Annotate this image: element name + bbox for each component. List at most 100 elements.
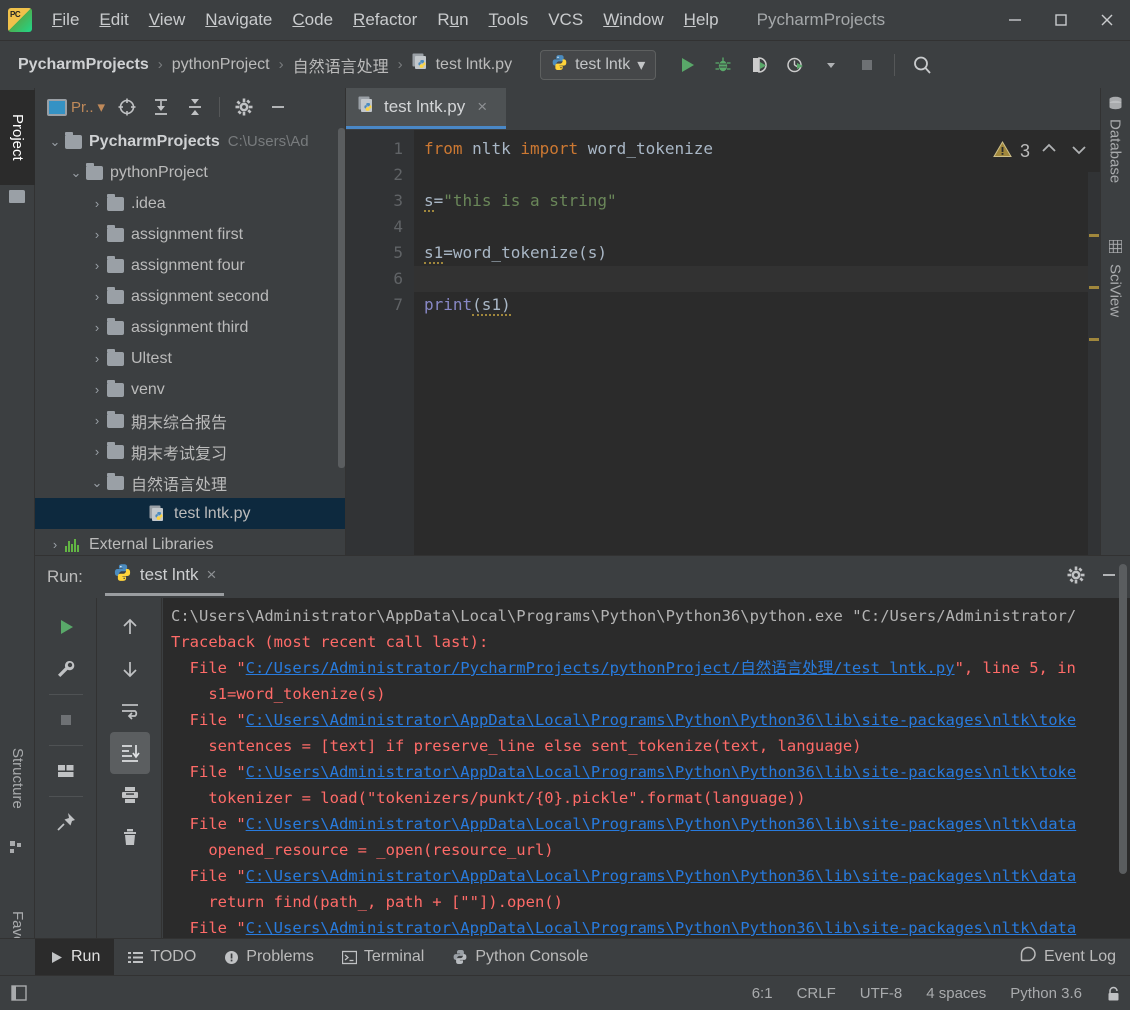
soft-wrap-icon[interactable]: [110, 690, 150, 732]
scroll-to-end-icon[interactable]: [110, 732, 150, 774]
chevron-right-icon[interactable]: ›: [87, 351, 107, 366]
breadcrumb-item-2[interactable]: 自然语言处理: [293, 53, 389, 77]
caret-position[interactable]: 6:1: [752, 985, 773, 1002]
profile-dropdown-icon[interactable]: [814, 48, 848, 82]
menu-item-window[interactable]: Window: [593, 7, 673, 33]
hide-icon[interactable]: [1098, 565, 1120, 590]
chevron-down-icon[interactable]: ⌄: [66, 165, 86, 181]
chevron-down-icon[interactable]: ⌄: [87, 475, 107, 491]
project-tree[interactable]: ⌄PycharmProjectsC:\Users\Ad⌄pythonProjec…: [35, 126, 345, 555]
minimize-icon[interactable]: [992, 0, 1038, 40]
close-icon[interactable]: [1084, 0, 1130, 40]
chevron-right-icon[interactable]: ›: [87, 196, 107, 211]
chevron-down-icon[interactable]: ▾: [98, 98, 106, 116]
console-file-link[interactable]: C:\Users\Administrator\AppData\Local\Pro…: [246, 763, 1077, 781]
console-file-link[interactable]: C:\Users\Administrator\AppData\Local\Pro…: [246, 711, 1077, 729]
breadcrumb-item-1[interactable]: pythonProject: [172, 56, 270, 74]
code-line[interactable]: [414, 266, 1100, 292]
select-opened-file-icon[interactable]: [111, 92, 143, 122]
tree-row[interactable]: ›assignment second: [35, 281, 345, 312]
menu-item-vcs[interactable]: VCS: [538, 7, 593, 33]
console-file-link[interactable]: C:\Users\Administrator\AppData\Local\Pro…: [246, 815, 1077, 833]
error-marker-strip[interactable]: [1088, 172, 1100, 555]
console-output[interactable]: C:\Users\Administrator\AppData\Local\Pro…: [163, 598, 1130, 955]
breadcrumb-item-0[interactable]: PycharmProjects: [18, 56, 149, 74]
tree-row[interactable]: test lntk.py: [35, 498, 345, 529]
indent-setting[interactable]: 4 spaces: [926, 985, 986, 1002]
collapse-all-icon[interactable]: [179, 92, 211, 122]
tree-row[interactable]: ›Ultest: [35, 343, 345, 374]
code-editor[interactable]: 1234567 from nltk import word_tokenizes=…: [346, 130, 1100, 555]
run-session-tab[interactable]: test lntk ×: [105, 559, 225, 596]
code-line[interactable]: s1=word_tokenize(s): [414, 240, 1100, 266]
warning-marker[interactable]: [1089, 286, 1099, 289]
chevron-right-icon[interactable]: ›: [87, 444, 107, 459]
settings-gear-icon[interactable]: [228, 92, 260, 122]
tree-row[interactable]: ›assignment third: [35, 312, 345, 343]
rerun-icon[interactable]: [46, 606, 86, 648]
code-line[interactable]: [414, 162, 1100, 188]
tree-row[interactable]: ›External Libraries: [35, 529, 345, 555]
python-interpreter[interactable]: Python 3.6: [1010, 985, 1082, 1002]
hide-tool-windows-icon[interactable]: [10, 984, 30, 1002]
expand-all-icon[interactable]: [145, 92, 177, 122]
tree-row[interactable]: ›期末考试复习: [35, 436, 345, 467]
project-view-selector[interactable]: Pr.. ▾: [43, 92, 109, 122]
tree-row[interactable]: ›期末综合报告: [35, 405, 345, 436]
encoding[interactable]: UTF-8: [860, 985, 903, 1002]
chevron-down-icon[interactable]: ⌄: [45, 134, 65, 150]
tree-row[interactable]: ⌄自然语言处理: [35, 467, 345, 498]
search-icon[interactable]: [905, 48, 939, 82]
project-tree-scrollbar[interactable]: [338, 128, 345, 468]
previous-problem-icon[interactable]: [1038, 138, 1060, 165]
tree-row[interactable]: ›assignment four: [35, 250, 345, 281]
event-log-button[interactable]: Event Log: [1020, 946, 1116, 968]
tree-row[interactable]: ›.idea: [35, 188, 345, 219]
menu-item-code[interactable]: Code: [282, 7, 343, 33]
chevron-right-icon[interactable]: ›: [87, 289, 107, 304]
warning-marker[interactable]: [1089, 234, 1099, 237]
editor-tab-test-lntk[interactable]: test lntk.py ×: [346, 88, 506, 129]
hide-icon[interactable]: [262, 92, 294, 122]
menu-item-navigate[interactable]: Navigate: [195, 7, 282, 33]
menu-item-tools[interactable]: Tools: [479, 7, 539, 33]
chevron-right-icon[interactable]: ›: [87, 382, 107, 397]
bottom-tab-problems[interactable]: Problems: [210, 939, 328, 976]
layout-icon[interactable]: [46, 750, 86, 792]
tree-row[interactable]: ⌄PycharmProjectsC:\Users\Ad: [35, 126, 345, 157]
close-icon[interactable]: ×: [207, 565, 217, 585]
console-vertical-scrollbar[interactable]: [1119, 564, 1127, 874]
bottom-tab-terminal[interactable]: Terminal: [328, 939, 438, 976]
menu-item-help[interactable]: Help: [674, 7, 729, 33]
stop-icon[interactable]: [850, 48, 884, 82]
chevron-right-icon[interactable]: ›: [87, 413, 107, 428]
code-line[interactable]: print(s1): [414, 292, 1100, 318]
debug-icon[interactable]: [706, 48, 740, 82]
chevron-down-icon[interactable]: ▾: [637, 55, 645, 75]
tree-row[interactable]: ›assignment first: [35, 219, 345, 250]
maximize-icon[interactable]: [1038, 0, 1084, 40]
console-file-link[interactable]: C:/Users/Administrator/PycharmProjects/p…: [246, 659, 955, 677]
console-file-link[interactable]: C:\Users\Administrator\AppData\Local\Pro…: [246, 919, 1077, 937]
print-icon[interactable]: [110, 774, 150, 816]
next-problem-icon[interactable]: [1068, 138, 1090, 165]
bottom-tab-run[interactable]: Run: [35, 939, 114, 976]
chevron-right-icon[interactable]: ›: [45, 537, 65, 552]
bottom-tab-todo[interactable]: TODO: [114, 939, 210, 976]
run-configuration-selector[interactable]: test lntk ▾: [540, 50, 656, 80]
trash-icon[interactable]: [110, 816, 150, 858]
line-separator[interactable]: CRLF: [797, 985, 836, 1002]
sidebar-tab-structure[interactable]: Structure: [0, 728, 35, 828]
menu-item-view[interactable]: View: [139, 7, 196, 33]
down-arrow-icon[interactable]: [110, 648, 150, 690]
warning-marker[interactable]: [1089, 338, 1099, 341]
settings-gear-icon[interactable]: [1066, 565, 1086, 590]
profile-icon[interactable]: [778, 48, 812, 82]
code-line[interactable]: s="this is a string": [414, 188, 1100, 214]
breadcrumb-item-3[interactable]: test lntk.py: [412, 53, 512, 76]
close-icon[interactable]: ×: [477, 97, 487, 117]
stop-icon[interactable]: [46, 699, 86, 741]
chevron-right-icon[interactable]: ›: [87, 320, 107, 335]
code-content[interactable]: from nltk import word_tokenizes="this is…: [414, 130, 1100, 555]
chevron-right-icon[interactable]: ›: [87, 227, 107, 242]
